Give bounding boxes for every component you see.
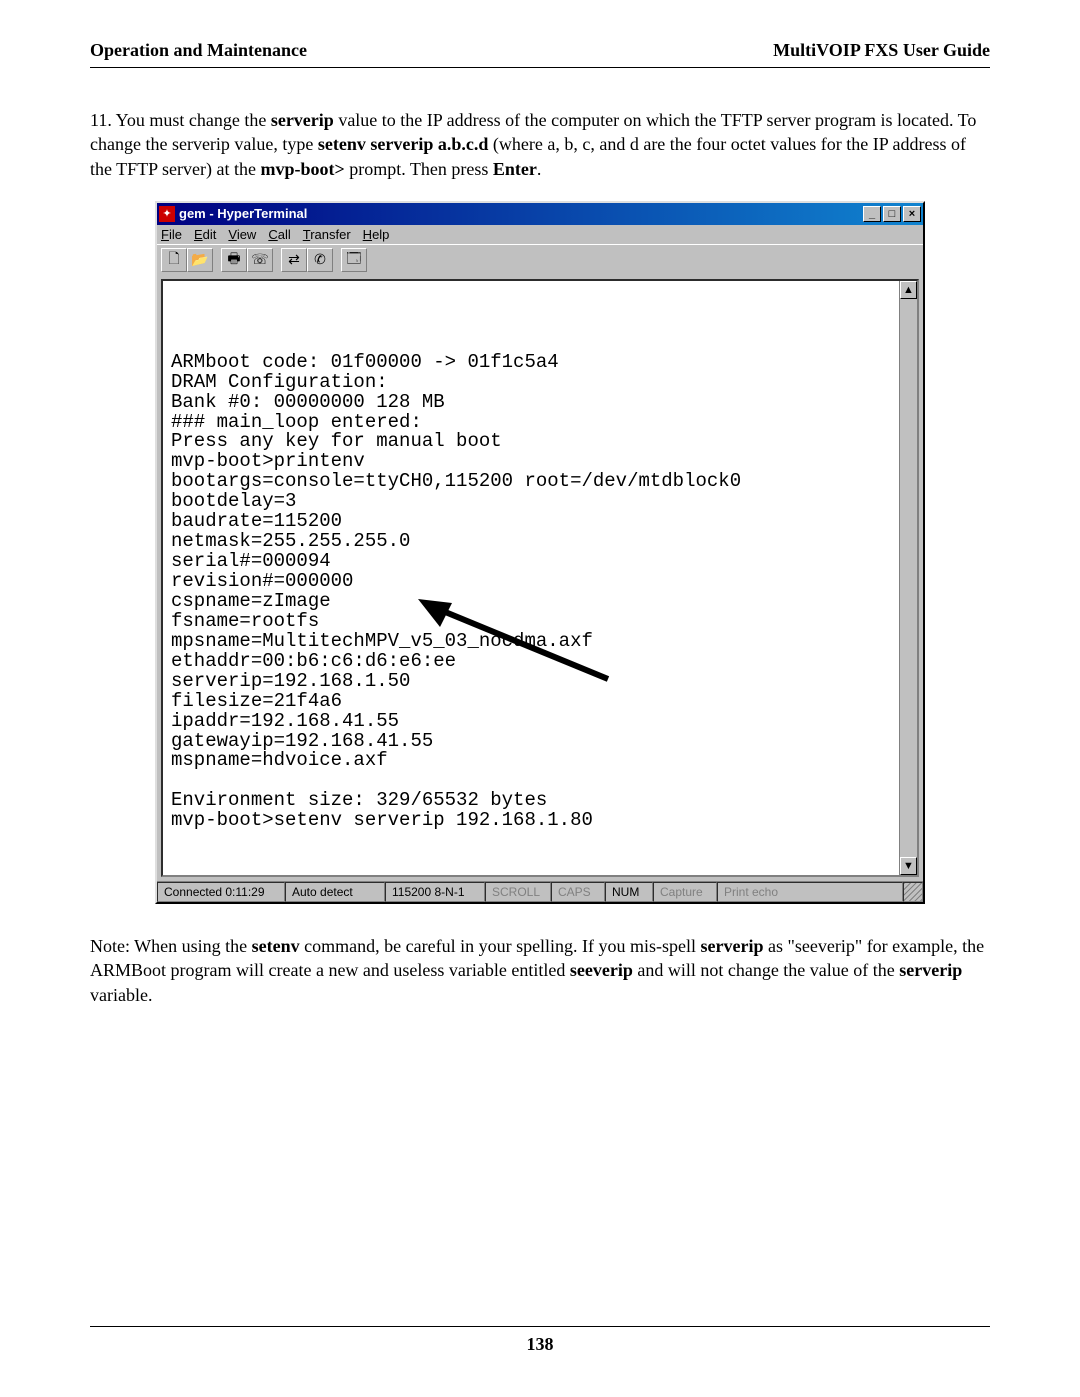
print-icon[interactable]: 🖶: [221, 248, 247, 272]
terminal-line: mvp-boot>printenv: [171, 452, 895, 472]
menu-file[interactable]: File: [161, 227, 182, 242]
disconnect-icon[interactable]: ✆: [307, 248, 333, 272]
status-printecho: Print echo: [717, 882, 903, 902]
status-autodetect: Auto detect: [285, 882, 385, 902]
terminal-line: [171, 771, 895, 791]
terminal-line: revision#=000000: [171, 572, 895, 592]
terminal-line: cspname=zImage: [171, 592, 895, 612]
note-paragraph: Note: When using the setenv command, be …: [90, 934, 990, 1007]
open-file-icon[interactable]: 📂: [187, 248, 213, 272]
titlebar[interactable]: ✦ gem - HyperTerminal _ □ ×: [157, 203, 923, 225]
statusbar: Connected 0:11:29 Auto detect 115200 8-N…: [157, 881, 923, 902]
terminal-line: ethaddr=00:b6:c6:d6:e6:ee: [171, 652, 895, 672]
close-button[interactable]: ×: [903, 206, 921, 222]
terminal-line: ipaddr=192.168.41.55: [171, 712, 895, 732]
footer-rule: [90, 1326, 990, 1327]
terminal-line: serial#=000094: [171, 552, 895, 572]
terminal-line: ### main_loop entered:: [171, 413, 895, 433]
terminal-line: DRAM Configuration:: [171, 373, 895, 393]
status-connected: Connected 0:11:29: [157, 882, 285, 902]
terminal-line: Environment size: 329/65532 bytes: [171, 791, 895, 811]
hyperterminal-window: ✦ gem - HyperTerminal _ □ × File Edit Vi…: [155, 201, 925, 904]
phone-icon[interactable]: ☏: [247, 248, 273, 272]
maximize-button[interactable]: □: [883, 206, 901, 222]
status-settings: 115200 8-N-1: [385, 882, 485, 902]
toolbar: 🗋 📂 🖶 ☏ ⇄ ✆ 🗔: [157, 244, 923, 275]
status-scroll: SCROLL: [485, 882, 551, 902]
terminal-line: Press any key for manual boot: [171, 432, 895, 452]
terminal-line: ARMboot code: 01f00000 -> 01f1c5a4: [171, 353, 895, 373]
menu-transfer[interactable]: Transfer: [303, 227, 351, 242]
scroll-down-icon[interactable]: ▼: [900, 857, 917, 875]
terminal-line: Bank #0: 00000000 128 MB: [171, 393, 895, 413]
header-left: Operation and Maintenance: [90, 40, 307, 61]
terminal-line: baudrate=115200: [171, 512, 895, 532]
terminal-line: netmask=255.255.255.0: [171, 532, 895, 552]
menu-view[interactable]: View: [228, 227, 256, 242]
terminal-line: filesize=21f4a6: [171, 692, 895, 712]
window-title: gem - HyperTerminal: [179, 206, 863, 221]
resize-grip-icon[interactable]: [903, 882, 923, 902]
menu-help[interactable]: Help: [363, 227, 390, 242]
properties-icon[interactable]: 🗔: [341, 248, 367, 272]
menubar: File Edit View Call Transfer Help: [157, 225, 923, 244]
terminal-line: bootargs=console=ttyCH0,115200 root=/dev…: [171, 472, 895, 492]
header-right: MultiVOIP FXS User Guide: [773, 40, 990, 61]
terminal-line: gatewayip=192.168.41.55: [171, 732, 895, 752]
status-caps: CAPS: [551, 882, 605, 902]
app-icon: ✦: [159, 206, 175, 222]
terminal-line: serverip=192.168.1.50: [171, 672, 895, 692]
instruction-paragraph: 11. You must change the serverip value t…: [90, 108, 990, 181]
terminal-line: mpsname=MultitechMPV_v5_03_nocdma.axf: [171, 632, 895, 652]
new-file-icon[interactable]: 🗋: [161, 248, 187, 272]
terminal-line: bootdelay=3: [171, 492, 895, 512]
status-num: NUM: [605, 882, 653, 902]
terminal-output[interactable]: ARMboot code: 01f00000 -> 01f1c5a4DRAM C…: [163, 281, 899, 875]
page-number: 138: [0, 1334, 1080, 1355]
scroll-up-icon[interactable]: ▲: [900, 281, 917, 299]
page-header: Operation and Maintenance MultiVOIP FXS …: [90, 40, 990, 68]
connect-icon[interactable]: ⇄: [281, 248, 307, 272]
menu-call[interactable]: Call: [268, 227, 290, 242]
status-capture: Capture: [653, 882, 717, 902]
vertical-scrollbar[interactable]: ▲ ▼: [899, 281, 917, 875]
terminal-line: fsname=rootfs: [171, 612, 895, 632]
terminal-line: mspname=hdvoice.axf: [171, 751, 895, 771]
terminal-line: mvp-boot>setenv serverip 192.168.1.80: [171, 811, 895, 831]
menu-edit[interactable]: Edit: [194, 227, 216, 242]
minimize-button[interactable]: _: [863, 206, 881, 222]
